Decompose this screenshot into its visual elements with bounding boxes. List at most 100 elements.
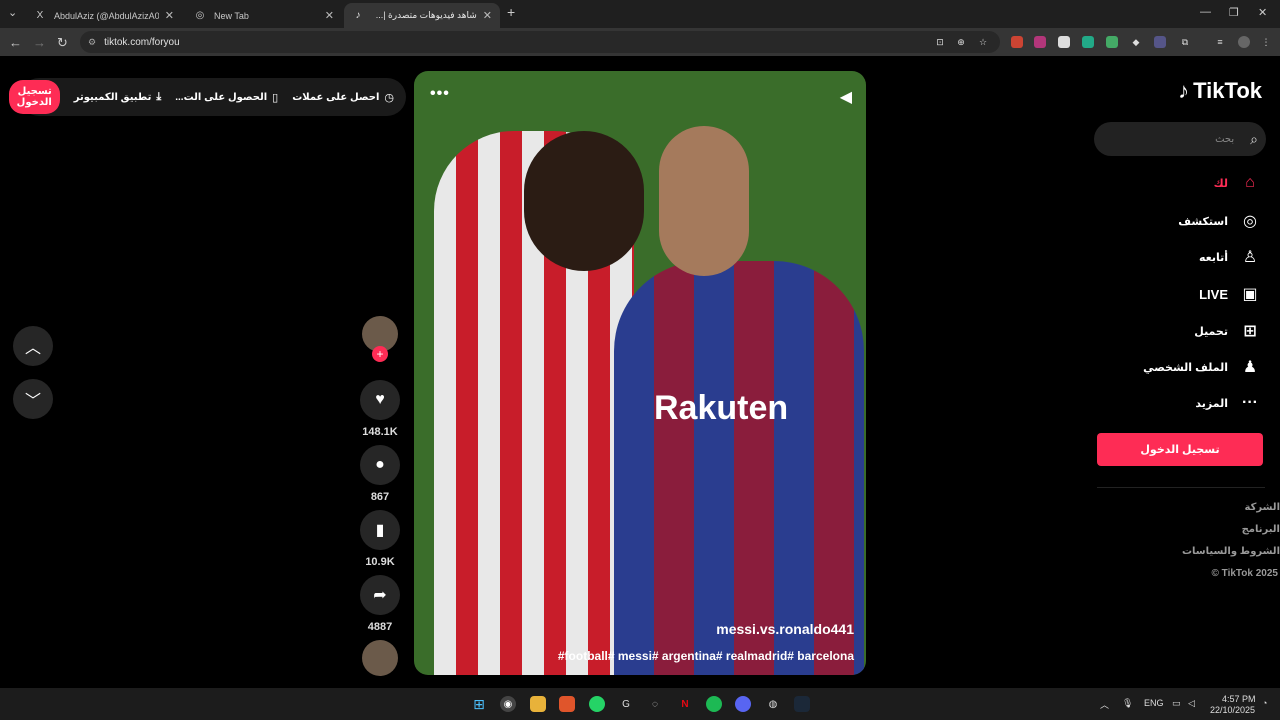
tiktok-icon: ♪ — [355, 10, 361, 21]
address-bar-row: ← → ↻ ⚙ tiktok.com/foryou ⊡ ⊕ ☆ ◆ ⧉ ≡ ⋮ — [0, 28, 1280, 56]
follow-plus-icon[interactable]: + — [372, 346, 388, 362]
discord-icon[interactable] — [735, 696, 751, 712]
mic-icon[interactable]: 🎙 — [1122, 698, 1133, 709]
back-icon[interactable]: ← — [9, 35, 22, 50]
share-button[interactable]: ➦ 4887 — [360, 575, 400, 633]
search-icon[interactable]: ⌕ — [1250, 131, 1258, 148]
video-frame-head-left — [524, 131, 644, 271]
tab-tiktok[interactable]: ♪ شاهد فيديوهات متصدرة |... ✕ — [344, 3, 500, 28]
sidebar-item-explore[interactable]: ◎ استكشف — [1178, 211, 1262, 231]
app-icon[interactable]: ◍ — [765, 696, 781, 712]
restore-icon[interactable]: ❐ — [1229, 6, 1239, 19]
language-indicator[interactable]: ENG — [1144, 698, 1164, 708]
new-tab-button[interactable]: + — [507, 4, 515, 20]
divider — [1097, 487, 1265, 488]
heart-icon: ♥ — [375, 391, 385, 408]
minimize-icon[interactable]: — — [1200, 6, 1211, 18]
close-window-icon[interactable]: ✕ — [1258, 6, 1267, 19]
tiktok-page: ◷ احصل على عملات ▯ الحصول على الت... ⤓ ت… — [0, 56, 1280, 688]
zoom-icon[interactable]: ⊕ — [955, 36, 967, 48]
extension-icon[interactable] — [1106, 36, 1118, 48]
extension-icon[interactable] — [1154, 36, 1166, 48]
sidebar-item-live[interactable]: ▣ LIVE — [1199, 284, 1262, 304]
like-count: 148.1K — [362, 426, 398, 438]
x-icon: X — [36, 10, 44, 21]
video-frame-player-right — [614, 261, 864, 675]
extensions-puzzle-icon[interactable]: ⧉ — [1179, 36, 1191, 48]
extension-icon[interactable] — [1011, 36, 1023, 48]
live-icon: ▣ — [1242, 286, 1258, 303]
save-button[interactable]: ▮ 10.9K — [360, 510, 400, 568]
bookmark-icon: ▮ — [375, 522, 385, 539]
comment-icon: ● — [375, 456, 385, 473]
profile-avatar[interactable] — [1238, 36, 1250, 48]
tray-overflow-icon[interactable]: ︿ — [1100, 698, 1109, 711]
video-author[interactable]: messi.vs.ronaldo441 — [716, 621, 854, 637]
footer-copyright: © TikTok 2025 — [1211, 568, 1278, 579]
windows-taskbar: ⊞ ◉ G ◌ N ◍ ︿ 🎙 ENG ▭ ◁ 4:57 PM 22/10/20… — [0, 688, 1280, 720]
install-app-icon[interactable]: ⊡ — [934, 36, 946, 48]
url-field[interactable]: ⚙ tiktok.com/foryou — [80, 31, 1000, 53]
network-icon[interactable]: ▭ — [1172, 698, 1181, 709]
footer-terms-link[interactable]: الشروط والسياسات — [1182, 546, 1280, 557]
tab-x[interactable]: X AbdulAziz (@AbdulAzizA07) / X ✕ — [26, 3, 182, 28]
footer-program-link[interactable]: البرنامج — [1242, 524, 1280, 535]
file-explorer-icon[interactable] — [530, 696, 546, 712]
chrome-taskbar-icon[interactable]: ◉ — [500, 696, 516, 712]
extension-icon[interactable]: ◆ — [1130, 36, 1142, 48]
extension-icon[interactable] — [1082, 36, 1094, 48]
search-input[interactable]: بحث ⌕ — [1094, 122, 1266, 156]
next-video-button[interactable]: ﹀ — [13, 379, 53, 419]
home-icon: ⌂ — [1245, 174, 1255, 191]
login-button[interactable]: تسجيل الدخول — [8, 80, 60, 114]
tiktok-logo[interactable]: ♪ TikTok — [1178, 78, 1262, 104]
close-icon[interactable]: ✕ — [483, 9, 492, 22]
more-options-icon[interactable]: ••• — [430, 85, 450, 103]
tab-title: New Tab — [214, 10, 249, 21]
like-button[interactable]: ♥ 148.1K — [360, 380, 400, 438]
get-coins-button[interactable]: ◷ احصل على عملات — [292, 91, 394, 104]
bookmark-star-icon[interactable]: ☆ — [977, 36, 989, 48]
desktop-app-button[interactable]: ⤓ تطبيق الكمبيوتر — [74, 91, 161, 104]
menu-icon[interactable]: ⋮ — [1260, 36, 1272, 48]
chrome-icon: ◎ — [195, 10, 205, 21]
video-player[interactable]: Rakuten ••• ◀ messi.vs.ronaldo441 footba… — [414, 71, 866, 675]
clock-time[interactable]: 4:57 PM — [1222, 694, 1256, 704]
whatsapp-icon[interactable] — [589, 696, 605, 712]
extension-icon[interactable] — [1034, 36, 1046, 48]
windows-start-icon[interactable]: ⊞ — [471, 696, 487, 712]
sidebar-item-following[interactable]: ♙ أتابعه — [1199, 247, 1262, 267]
close-icon[interactable]: ✕ — [325, 9, 334, 22]
reload-icon[interactable]: ↻ — [57, 35, 68, 51]
steam-icon[interactable] — [794, 696, 810, 712]
volume-tray-icon[interactable]: ◁ — [1188, 698, 1195, 709]
forward-icon[interactable]: → — [33, 35, 46, 50]
sidebar-item-profile[interactable]: ♟ الملف الشخصي — [1143, 357, 1262, 377]
sound-disc-avatar[interactable] — [362, 640, 398, 676]
sidebar-item-for-you[interactable]: ⌂ لك — [1214, 174, 1262, 192]
brave-icon[interactable] — [559, 696, 575, 712]
comment-button[interactable]: ● 867 — [360, 445, 400, 503]
reading-list-icon[interactable]: ≡ — [1214, 36, 1226, 48]
video-frame-head-right — [659, 126, 749, 276]
sidebar-item-upload[interactable]: ⊞ تحميل — [1194, 321, 1262, 341]
sidebar-item-more[interactable]: ··· المزيد — [1195, 394, 1262, 412]
get-app-button[interactable]: ▯ الحصول على الت... — [175, 91, 278, 104]
app-icon[interactable]: G — [618, 696, 634, 712]
extension-icon[interactable] — [1058, 36, 1070, 48]
tab-new-tab[interactable]: ◎ New Tab ✕ — [186, 3, 342, 28]
video-hashtags[interactable]: football# messi# argentina# realmadrid# … — [558, 649, 854, 663]
footer-company-link[interactable]: الشركة — [1245, 502, 1280, 513]
share-count: 4887 — [367, 621, 393, 633]
sidebar-login-button[interactable]: تسجيل الدخول — [1097, 433, 1263, 466]
spotify-icon[interactable] — [706, 696, 722, 712]
notification-icon[interactable]: ◔ — [1262, 698, 1267, 708]
netflix-icon[interactable]: N — [677, 696, 693, 712]
clock-date[interactable]: 22/10/2025 — [1210, 705, 1255, 715]
site-info-icon[interactable]: ⚙ — [88, 37, 96, 48]
close-icon[interactable]: ✕ — [165, 9, 174, 22]
app-icon[interactable]: ◌ — [647, 696, 663, 712]
tab-search-icon[interactable]: ⌄ — [8, 6, 17, 19]
volume-icon[interactable]: ◀ — [840, 87, 852, 107]
previous-video-button[interactable]: ︿ — [13, 326, 53, 366]
